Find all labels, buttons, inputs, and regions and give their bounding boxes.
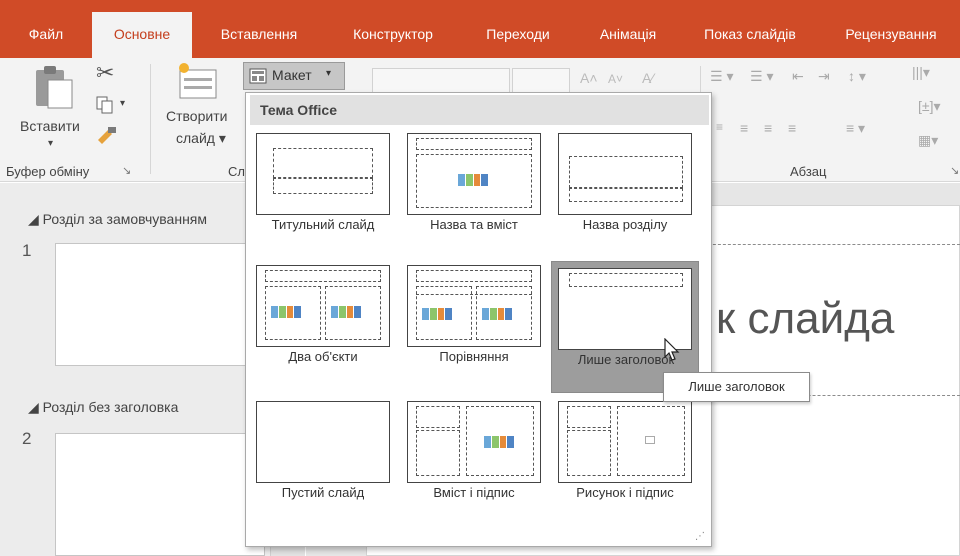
tab-transitions[interactable]: Переходи	[468, 14, 568, 58]
layout-two-content[interactable]: Два об'єкти	[252, 261, 394, 389]
ribbon-tab-bar: Файл Основне Вставлення Конструктор Пере…	[0, 0, 960, 58]
new-slide-icon[interactable]	[176, 62, 220, 100]
tab-file[interactable]: Файл	[14, 14, 78, 58]
align-text-icon[interactable]: [±]▾	[918, 98, 941, 115]
chevron-down-icon: ▾	[326, 68, 332, 79]
layout-button[interactable]: Макет ▾	[243, 62, 345, 90]
tab-review[interactable]: Рецензування	[826, 14, 956, 58]
layout-label: Два об'єкти	[288, 349, 358, 364]
new-slide-label[interactable]: Створити	[166, 108, 227, 124]
bullets-icon[interactable]: ☰ ▾	[710, 68, 733, 85]
increase-indent-icon[interactable]: ⇥	[818, 68, 830, 85]
layout-comparison[interactable]: Порівняння	[403, 261, 545, 389]
mouse-cursor-icon	[664, 338, 680, 361]
layout-preview	[407, 401, 541, 483]
content-icons	[331, 306, 361, 318]
layout-label: Пустий слайд	[281, 485, 365, 500]
layout-preview	[256, 133, 390, 215]
layout-title-content[interactable]: Назва та вміст	[403, 129, 545, 257]
resize-grip-icon[interactable]: ⋰	[695, 531, 705, 542]
tab-home[interactable]: Основне	[92, 12, 192, 58]
layout-preview	[558, 133, 692, 215]
ribbon-separator	[150, 64, 151, 174]
text-direction-icon[interactable]: |||▾	[912, 64, 930, 81]
content-icons	[422, 308, 452, 320]
layout-section-header[interactable]: Назва розділу	[554, 129, 696, 257]
smartart-icon[interactable]: ▦▾	[918, 132, 938, 149]
shrink-font-icon[interactable]: A˅	[608, 72, 623, 86]
layout-title-slide[interactable]: Титульний слайд	[252, 129, 394, 257]
layout-blank[interactable]: Пустий слайд	[252, 397, 394, 525]
layout-button-label: Макет	[272, 67, 312, 83]
slide-number: 2	[22, 429, 32, 448]
font-size-box[interactable]	[512, 68, 570, 94]
align-center-icon[interactable]: ≡	[740, 120, 748, 136]
copy-icon[interactable]	[96, 96, 114, 114]
cut-icon[interactable]: ✂	[96, 60, 114, 86]
layout-label: Вміст і підпис	[433, 485, 515, 500]
line-spacing-icon[interactable]: ↕ ▾	[848, 68, 866, 85]
clipboard-group-label: Буфер обміну	[6, 164, 90, 179]
slides-group-label: Сл	[228, 164, 245, 179]
align-right-icon[interactable]: ≡	[764, 120, 772, 136]
layout-preview	[407, 265, 541, 347]
layout-picture-caption[interactable]: Рисунок і підпис	[554, 397, 696, 525]
layout-label: Назва розділу	[582, 217, 668, 232]
layout-label: Порівняння	[439, 349, 509, 364]
paragraph-group-label: Абзац	[790, 164, 827, 179]
section-header-untitled[interactable]: ◢ Розділ без заголовка	[28, 399, 178, 416]
section-header-default[interactable]: ◢ Розділ за замовчуванням	[28, 211, 207, 228]
paste-icon[interactable]	[34, 64, 76, 110]
justify-icon[interactable]: ≡	[788, 120, 796, 136]
paste-dropdown-icon[interactable]: ▾	[48, 138, 53, 149]
format-painter-icon[interactable]	[96, 126, 118, 144]
copy-dropdown-icon[interactable]: ▾	[120, 98, 125, 109]
layout-preview	[558, 401, 692, 483]
new-slide-label-2[interactable]: слайд ▾	[176, 130, 226, 147]
picture-icon	[645, 436, 655, 444]
slide-thumbnail[interactable]	[55, 243, 265, 366]
slide-title-text[interactable]: к слайда	[716, 294, 894, 344]
dialog-launcher-icon[interactable]: ↘	[122, 164, 131, 177]
layout-preview	[407, 133, 541, 215]
theme-header: Тема Office	[250, 95, 709, 125]
tab-slideshow[interactable]: Показ слайдів	[690, 14, 810, 58]
decrease-indent-icon[interactable]: ⇤	[792, 68, 804, 85]
slide-thumbnail[interactable]	[55, 433, 265, 556]
layout-preview	[256, 265, 390, 347]
content-icons	[271, 306, 301, 318]
grow-font-icon[interactable]: A˄	[580, 70, 598, 86]
layout-label: Титульний слайд	[271, 217, 375, 232]
content-icons	[482, 308, 512, 320]
numbering-icon[interactable]: ☰ ▾	[750, 68, 773, 85]
layout-tooltip: Лише заголовок	[663, 372, 810, 402]
layout-content-caption[interactable]: Вміст і підпис	[403, 397, 545, 525]
layout-dropdown: Тема Office Титульний слайд Назва та вмі…	[245, 92, 712, 547]
paste-label[interactable]: Вставити	[20, 118, 80, 134]
layout-preview	[256, 401, 390, 483]
dialog-launcher-icon[interactable]: ↘	[950, 164, 959, 177]
tab-animations[interactable]: Анімація	[582, 14, 674, 58]
clear-format-icon[interactable]: A⁄	[642, 70, 654, 86]
align-left-icon[interactable]: ≡	[716, 120, 723, 134]
content-icons	[458, 174, 488, 186]
columns-icon[interactable]: ≡ ▾	[846, 120, 865, 137]
font-name-box[interactable]	[372, 68, 510, 94]
tab-insert[interactable]: Вставлення	[204, 14, 314, 58]
layout-label: Рисунок і підпис	[576, 485, 674, 500]
slide-number: 1	[22, 241, 32, 260]
content-icons	[484, 436, 514, 448]
tab-design[interactable]: Конструктор	[332, 14, 454, 58]
layout-label: Назва та вміст	[430, 217, 518, 232]
layout-icon	[249, 68, 267, 84]
